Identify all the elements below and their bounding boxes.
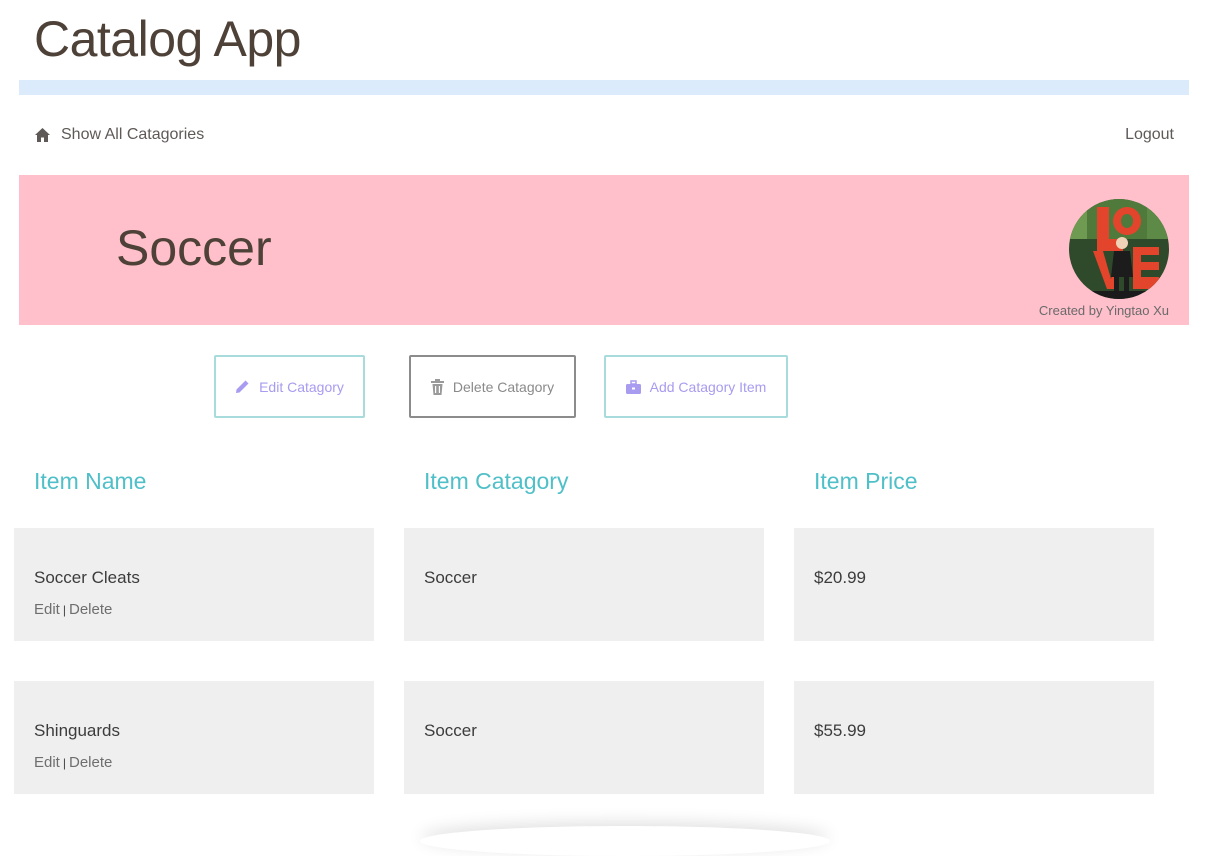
show-all-categories-label: Show All Catagories bbox=[61, 126, 205, 143]
add-category-item-label: Add Catagory Item bbox=[649, 378, 767, 395]
category-title: Soccer bbox=[116, 220, 272, 276]
item-name: Soccer Cleats bbox=[34, 568, 140, 587]
item-name-cell: Shinguards Edit | Delete bbox=[14, 681, 374, 794]
column-header-item-name: Item Name bbox=[34, 468, 147, 494]
edit-item-link[interactable]: Edit bbox=[34, 754, 60, 771]
action-separator: | bbox=[62, 603, 66, 617]
delete-category-label: Delete Catagory bbox=[452, 378, 555, 395]
action-separator: | bbox=[62, 756, 66, 770]
item-price-cell: $55.99 bbox=[794, 681, 1154, 794]
item-category: Soccer bbox=[424, 721, 477, 740]
delete-item-link[interactable]: Delete bbox=[69, 601, 112, 618]
creator-avatar bbox=[1069, 199, 1169, 299]
item-price: $20.99 bbox=[814, 568, 866, 587]
item-price-cell: $20.99 bbox=[794, 528, 1154, 641]
column-header-item-price: Item Price bbox=[814, 468, 918, 494]
edit-category-label: Edit Catagory bbox=[259, 378, 344, 395]
edit-item-link[interactable]: Edit bbox=[34, 601, 60, 618]
column-header-item-category: Item Catagory bbox=[424, 468, 569, 494]
category-banner: Soccer Created by Yingtao Xu bbox=[19, 175, 1189, 325]
pencil-icon bbox=[235, 379, 250, 394]
home-icon bbox=[34, 127, 51, 143]
created-by-label: Created by Yingtao Xu bbox=[1038, 303, 1169, 318]
logout-link[interactable]: Logout bbox=[1125, 124, 1174, 146]
title-underline-bar bbox=[19, 80, 1189, 95]
delete-category-button[interactable]: Delete Catagory bbox=[409, 355, 576, 418]
footer-shadow bbox=[420, 826, 830, 856]
app-title: Catalog App bbox=[34, 11, 301, 67]
item-actions: Edit | Delete bbox=[34, 601, 112, 618]
item-category-cell: Soccer bbox=[404, 681, 764, 794]
item-category: Soccer bbox=[424, 568, 477, 587]
item-price: $55.99 bbox=[814, 721, 866, 740]
show-all-categories-link[interactable]: Show All Catagories bbox=[34, 124, 204, 146]
edit-category-button[interactable]: Edit Catagory bbox=[214, 355, 365, 418]
delete-item-link[interactable]: Delete bbox=[69, 754, 112, 771]
item-name: Shinguards bbox=[34, 721, 121, 740]
add-category-item-button[interactable]: Add Catagory Item bbox=[604, 355, 788, 418]
item-actions: Edit | Delete bbox=[34, 754, 112, 771]
item-name-cell: Soccer Cleats Edit | Delete bbox=[14, 528, 374, 641]
trash-icon bbox=[430, 378, 444, 395]
briefcase-icon bbox=[625, 379, 641, 394]
item-category-cell: Soccer bbox=[404, 528, 764, 641]
